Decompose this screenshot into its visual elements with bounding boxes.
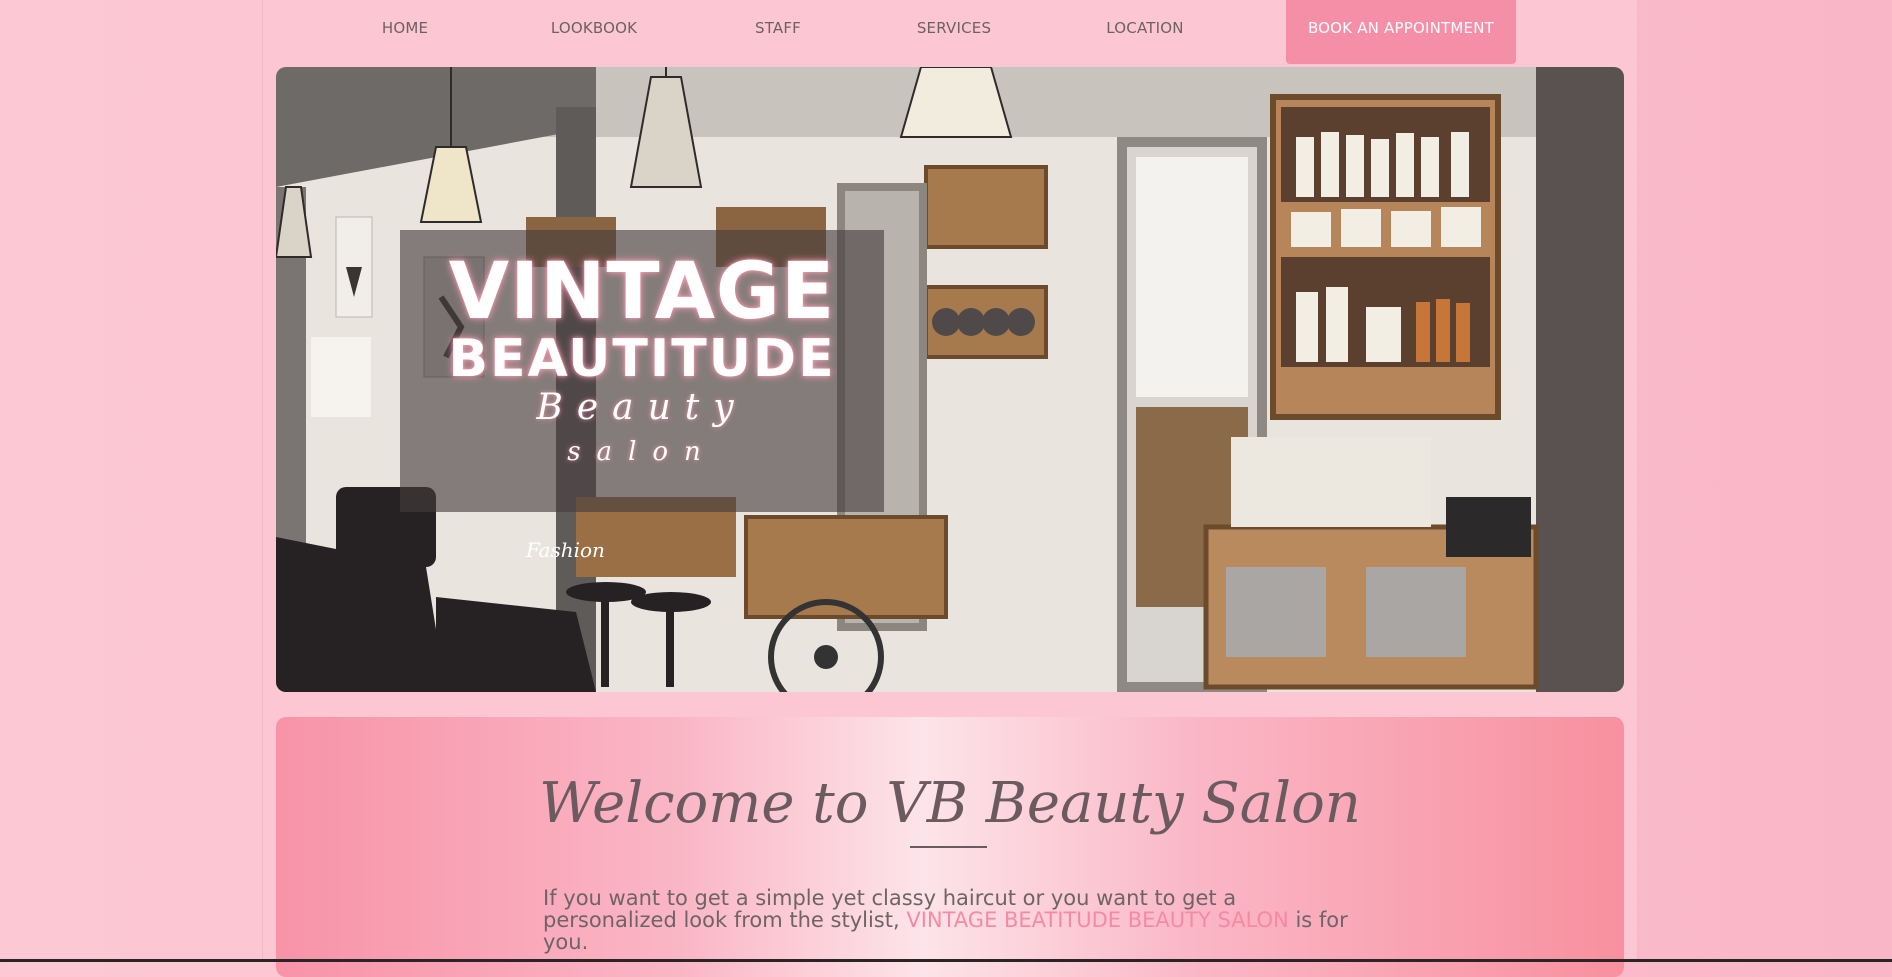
hero-banner: Fashion VINTAGE BEAUTITUDE Beauty salon [276, 67, 1624, 692]
nav-lookbook[interactable]: LOOKBOOK [534, 0, 654, 57]
nav-location[interactable]: LOCATION [1085, 0, 1205, 57]
welcome-title: Welcome to VB Beauty Salon [539, 771, 1361, 836]
hero-title-line1: VINTAGE [448, 247, 836, 337]
nav-staff[interactable]: STAFF [734, 0, 822, 57]
nav-home[interactable]: HOME [357, 0, 453, 57]
welcome-title-underline [910, 846, 987, 848]
salon-name-highlight: VINTAGE BEATITUDE BEAUTY SALON [906, 908, 1289, 932]
hero-title-line2: BEAUTITUDE [448, 329, 836, 389]
book-appointment-button[interactable]: BOOK AN APPOINTMENT [1286, 0, 1516, 64]
welcome-section: Welcome to VB Beauty Salon If you want t… [276, 717, 1624, 977]
nav-services[interactable]: SERVICES [896, 0, 1012, 57]
hero-subtitle-line1: Beauty [536, 387, 748, 428]
welcome-body: If you want to get a simple yet classy h… [543, 887, 1373, 953]
fashion-decor-text: Fashion [525, 538, 605, 562]
main-nav: HOME LOOKBOOK STAFF SERVICES LOCATION BO… [262, 0, 1636, 66]
hero-subtitle-line2: salon [567, 437, 717, 467]
